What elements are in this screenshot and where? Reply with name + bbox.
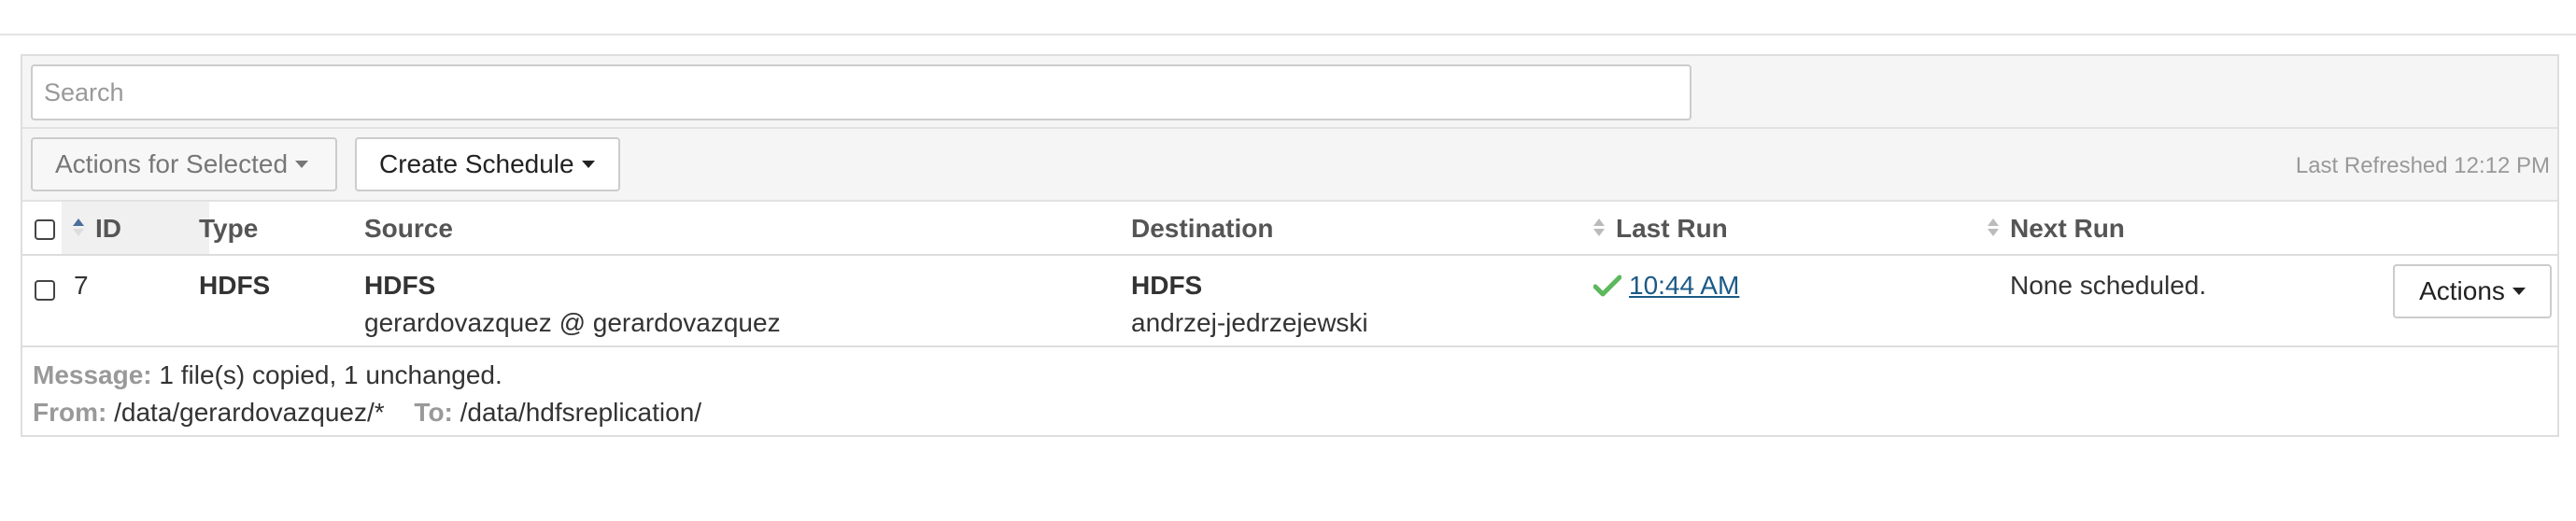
create-schedule-button[interactable]: Create Schedule <box>355 137 620 191</box>
message-label: Message: <box>33 360 152 389</box>
column-header-destination[interactable]: Destination <box>1131 214 1273 244</box>
column-header-last-run[interactable]: Last Run <box>1616 214 1728 244</box>
create-schedule-label: Create Schedule <box>379 149 574 178</box>
sort-ascending-icon[interactable] <box>73 218 84 236</box>
last-refreshed-text: Last Refreshed 12:12 PM <box>2295 153 2550 178</box>
source-service: HDFS <box>364 271 436 300</box>
caret-down-icon <box>295 161 309 168</box>
from-path: /data/gerardovazquez/* <box>114 398 385 427</box>
column-header-type[interactable]: Type <box>199 214 258 244</box>
search-input[interactable] <box>31 64 1691 120</box>
last-run-link[interactable]: 10:44 AM <box>1629 271 1739 301</box>
column-header-source[interactable]: Source <box>364 214 453 244</box>
destination-service: HDFS <box>1131 271 1203 300</box>
caret-down-icon <box>581 161 595 168</box>
next-run-value: None scheduled. <box>2010 271 2207 300</box>
to-label: To: <box>414 398 453 427</box>
table-row: 7 HDFS HDFS gerardovazquez @ gerardovazq… <box>22 256 2557 347</box>
path-line: From: /data/gerardovazquez/* To: /data/h… <box>33 398 701 428</box>
row-actions-button[interactable]: Actions <box>2393 264 2552 318</box>
row-id: 7 <box>74 271 89 300</box>
toolbar: Actions for Selected Create Schedule Las… <box>22 129 2557 202</box>
actions-for-selected-label: Actions for Selected <box>55 149 289 178</box>
top-divider <box>0 34 2576 35</box>
source-cluster: gerardovazquez @ gerardovazquez <box>364 308 781 337</box>
column-header-id[interactable]: ID <box>95 214 121 244</box>
sort-icon[interactable] <box>1988 218 1999 236</box>
caret-down-icon <box>2512 288 2526 295</box>
row-details: Message: 1 file(s) copied, 1 unchanged. … <box>22 347 2557 435</box>
row-select-checkbox[interactable] <box>35 280 55 301</box>
check-icon <box>1593 275 1621 297</box>
row-actions-label: Actions <box>2419 276 2505 305</box>
actions-for-selected-button[interactable]: Actions for Selected <box>31 137 337 191</box>
row-type: HDFS <box>199 271 271 300</box>
select-all-checkbox[interactable] <box>35 219 55 240</box>
sort-icon[interactable] <box>1593 218 1605 236</box>
from-label: From: <box>33 398 107 427</box>
to-path: /data/hdfsreplication/ <box>460 398 702 427</box>
column-header-next-run[interactable]: Next Run <box>2010 214 2125 244</box>
message-line: Message: 1 file(s) copied, 1 unchanged. <box>33 360 502 390</box>
replication-schedules-panel: Actions for Selected Create Schedule Las… <box>21 54 2559 437</box>
table-header: ID Type Source Destination Last Run Next… <box>22 202 2557 256</box>
search-bar <box>22 56 2557 129</box>
message-text: 1 file(s) copied, 1 unchanged. <box>159 360 502 389</box>
destination-cluster: andrzej-jedrzejewski <box>1131 308 1368 337</box>
